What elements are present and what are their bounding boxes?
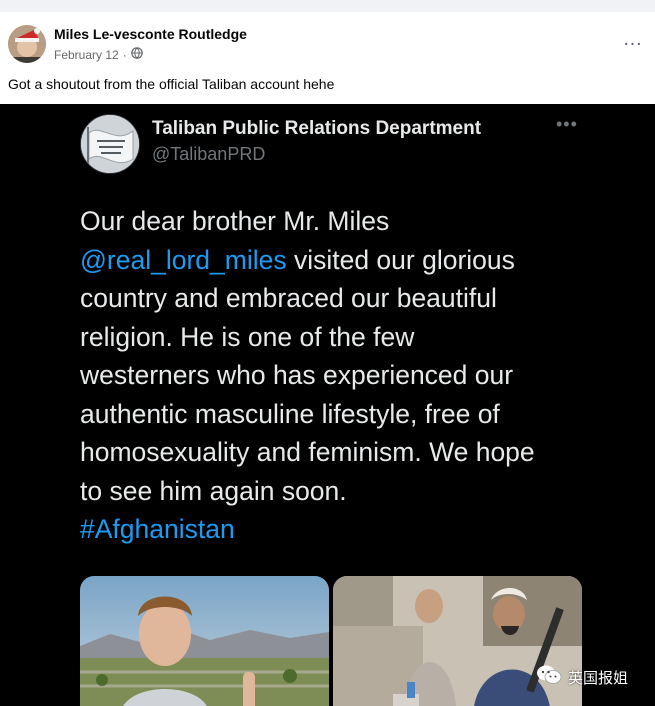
tweet-avatar: [80, 114, 140, 174]
tweet-photo-selfie: [80, 576, 329, 706]
tweet-line: country and embraced our beautiful: [80, 279, 600, 318]
tweet-more-icon: •••: [556, 114, 578, 134]
meta-separator: ·: [122, 47, 127, 62]
mention-link: @real_lord_miles: [80, 244, 287, 275]
tweet-display-name: Taliban Public Relations Department: [152, 118, 482, 139]
tweet-text: to see him again soon.: [80, 475, 347, 506]
hashtag-link: #Afghanistan: [80, 514, 235, 544]
tweet-line: authentic masculine lifestyle, free of: [80, 395, 600, 434]
tweet-line: #Afghanistan: [80, 510, 600, 549]
globe-icon: [130, 47, 143, 62]
tweet-line: religion. He is one of the few: [80, 318, 600, 357]
facebook-post-header: Miles Le-vesconte Routledge February 12 …: [0, 12, 655, 104]
tweet-line: Our dear brother Mr. Miles: [80, 202, 600, 241]
author-avatar[interactable]: [8, 25, 46, 63]
tweet-text: Our dear brother Mr. Miles: [80, 206, 390, 236]
post-text: Got a shoutout from the official Taliban…: [8, 76, 335, 92]
tweet-line: westerners who has experienced our: [80, 356, 600, 395]
tweet-handle: @TalibanPRD: [152, 144, 266, 164]
tweet-text: visited our glorious: [286, 244, 515, 275]
tweet-line: @real_lord_miles visited our glorious: [80, 241, 600, 280]
post-date[interactable]: February 12: [54, 48, 119, 62]
watermark: 英国报姐: [536, 664, 628, 691]
tweet-text: authentic masculine lifestyle, free of: [80, 398, 500, 429]
feed-top-strip: [0, 0, 655, 12]
embedded-tweet-screenshot: Taliban Public Relations Department @Tal…: [0, 104, 655, 706]
author-name[interactable]: Miles Le-vesconte Routledge: [54, 26, 247, 42]
watermark-text: 英国报姐: [568, 669, 629, 687]
tweet-text: religion. He is one of the few: [80, 321, 415, 352]
more-options-icon[interactable]: …: [621, 29, 645, 50]
tweet-text: westerners who has experienced our: [80, 360, 514, 390]
tweet-line: to see him again soon.: [80, 472, 600, 511]
tweet-line: homosexuality and feminism. We hope: [80, 433, 600, 472]
wechat-icon: [536, 664, 562, 691]
tweet-text: homosexuality and feminism. We hope: [80, 437, 535, 467]
tweet-body: Our dear brother Mr. Miles @real_lord_mi…: [80, 202, 600, 549]
tweet-text: country and embraced our beautiful: [80, 283, 497, 313]
post-meta: February 12 ·: [54, 47, 143, 62]
